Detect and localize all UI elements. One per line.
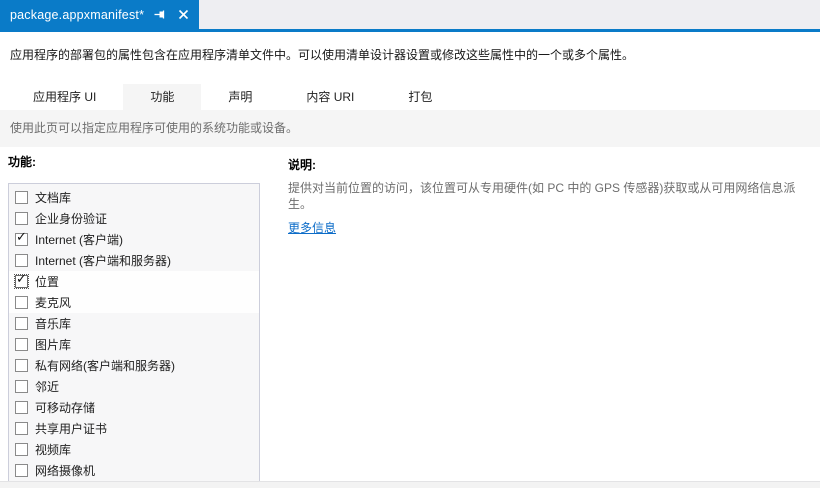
capability-row[interactable]: ✓ 私有网络(客户端和服务器) xyxy=(9,355,259,376)
capability-row[interactable]: ✓ 网络摄像机 xyxy=(9,460,259,481)
capability-checkbox[interactable]: ✓ xyxy=(15,212,28,225)
capability-row[interactable]: ✓ 企业身份验证 xyxy=(9,208,259,229)
tab-2[interactable]: 功能 xyxy=(123,84,202,110)
tab-5[interactable]: 打包 xyxy=(381,84,459,110)
capabilities-list[interactable]: ✓ 文档库 ✓ 企业身份验证 ✓ Internet (客户端) ✓ Internet (客户端… xyxy=(8,183,260,482)
capability-checkbox[interactable]: ✓ xyxy=(14,271,29,289)
capability-label: 图片库 xyxy=(35,338,72,352)
capability-checkbox[interactable]: ✓ xyxy=(15,401,28,414)
capability-row[interactable]: ✓ 邻近 xyxy=(9,376,259,397)
capability-label: 文档库 xyxy=(35,191,72,205)
capability-checkbox[interactable]: ✓ xyxy=(15,338,28,351)
close-icon[interactable] xyxy=(176,8,190,22)
description-text: 提供对当前位置的访问，该位置可从专用硬件(如 PC 中的 GPS 传感器)获取或… xyxy=(288,181,796,211)
capability-checkbox[interactable]: ✓ xyxy=(15,191,28,204)
capability-label: Internet (客户端和服务器) xyxy=(35,254,172,268)
capabilities-label: 功能: xyxy=(8,155,36,169)
document-tab-title: package.appxmanifest* xyxy=(10,7,145,22)
manifest-tab-strip: 应用程序 UI 功能 声明 内容 URI 打包 xyxy=(6,84,459,110)
capability-checkbox[interactable]: ✓ xyxy=(15,443,28,456)
horizontal-scrollbar-track[interactable] xyxy=(0,481,820,488)
capability-row[interactable]: ✓ Internet (客户端) xyxy=(9,229,259,250)
capability-checkbox[interactable]: ✓ xyxy=(15,254,28,267)
capability-row[interactable]: ✓ 音乐库 xyxy=(9,313,259,334)
checkmark-icon: ✓ xyxy=(16,271,27,286)
capability-label: 可移动存储 xyxy=(35,401,96,415)
capability-row[interactable]: ✓ 视频库 xyxy=(9,439,259,460)
manifest-intro-text: 应用程序的部署包的属性包含在应用程序清单文件中。可以使用清单设计器设置或修改这些… xyxy=(10,48,635,62)
capability-checkbox[interactable]: ✓ xyxy=(15,359,28,372)
capability-label: 音乐库 xyxy=(35,317,72,331)
capability-row[interactable]: ✓ 位置 xyxy=(9,271,259,292)
capability-row[interactable]: ✓ 麦克风 xyxy=(9,292,259,313)
capability-label: Internet (客户端) xyxy=(35,233,124,247)
capability-row[interactable]: ✓ Internet (客户端和服务器) xyxy=(9,250,259,271)
pin-icon[interactable] xyxy=(153,8,167,22)
checkmark-icon: ✓ xyxy=(16,229,27,244)
document-tab[interactable]: package.appxmanifest* xyxy=(0,0,200,29)
capability-checkbox[interactable]: ✓ xyxy=(15,229,28,246)
page-hint-text: 使用此页可以指定应用程序可使用的系统功能或设备。 xyxy=(10,121,299,135)
page-hint-band: 使用此页可以指定应用程序可使用的系统功能或设备。 xyxy=(0,110,820,147)
document-tab-bar: package.appxmanifest* xyxy=(0,0,820,29)
tab-1[interactable]: 应用程序 UI xyxy=(6,84,123,110)
capability-checkbox[interactable]: ✓ xyxy=(15,317,28,330)
capability-row[interactable]: ✓ 共享用户证书 xyxy=(9,418,259,439)
capability-label: 私有网络(客户端和服务器) xyxy=(35,359,175,373)
capability-label: 网络摄像机 xyxy=(35,464,96,478)
more-info-link[interactable]: 更多信息 xyxy=(288,219,336,236)
capability-checkbox[interactable]: ✓ xyxy=(15,380,28,393)
capability-row[interactable]: ✓ 图片库 xyxy=(9,334,259,355)
capability-label: 视频库 xyxy=(35,443,72,457)
tab-4[interactable]: 内容 URI xyxy=(279,84,381,110)
capability-label: 位置 xyxy=(35,275,60,289)
tab-3[interactable]: 声明 xyxy=(201,84,279,110)
capability-checkbox[interactable]: ✓ xyxy=(15,422,28,435)
capability-checkbox[interactable]: ✓ xyxy=(15,464,28,477)
description-panel: 说明: 提供对当前位置的访问，该位置可从专用硬件(如 PC 中的 GPS 传感器… xyxy=(288,156,813,236)
description-title: 说明: xyxy=(288,158,316,172)
capability-row[interactable]: ✓ 可移动存储 xyxy=(9,397,259,418)
capability-checkbox[interactable]: ✓ xyxy=(15,296,28,309)
capability-label: 麦克风 xyxy=(35,296,72,310)
accent-divider xyxy=(0,29,820,32)
capability-row[interactable]: ✓ 文档库 xyxy=(9,187,259,208)
capability-label: 共享用户证书 xyxy=(35,422,108,436)
capability-label: 邻近 xyxy=(35,380,60,394)
capability-label: 企业身份验证 xyxy=(35,212,108,226)
